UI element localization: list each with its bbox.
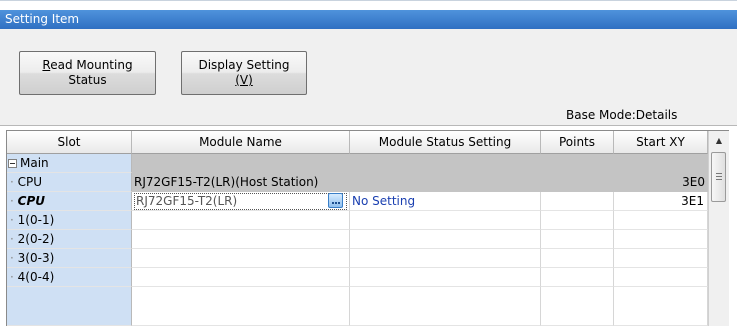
slot-label: Main <box>20 156 49 170</box>
start-xy-cell <box>614 287 708 326</box>
slot-label: CPU <box>17 194 46 208</box>
slot-cell <box>7 287 132 326</box>
display-setting-label-line2: (V) <box>235 73 253 87</box>
module-status-cell <box>350 249 541 268</box>
module-grid: Slot Module Name Module Status Setting P… <box>6 130 729 326</box>
module-name-cell <box>132 287 350 326</box>
start-xy-cell <box>614 268 708 287</box>
start-xy-cell <box>614 249 708 268</box>
start-xy-cell: 3E0 <box>682 175 705 189</box>
table-row-slot-2[interactable]: · 2(0-2) <box>7 230 708 249</box>
tree-line: · <box>10 194 14 208</box>
module-name-field[interactable]: RJ72GF15-T2(LR) <box>134 193 347 210</box>
tree-line: · <box>10 232 14 246</box>
column-header-module-name[interactable]: Module Name <box>132 131 350 154</box>
display-setting-label-line1: Display Setting <box>198 58 290 72</box>
module-status-cell <box>350 211 541 230</box>
start-xy-cell <box>614 211 708 230</box>
module-name-cell <box>132 211 350 230</box>
points-cell <box>541 268 614 287</box>
read-mounting-label-line2: Status <box>68 73 107 87</box>
slot-label: 2(0-2) <box>17 232 55 246</box>
tree-line: · <box>10 251 14 265</box>
display-setting-button[interactable]: Display Setting (V) <box>181 51 307 95</box>
module-name-cell <box>132 268 350 287</box>
slot-cell: · CPU <box>7 173 132 192</box>
table-row-main[interactable]: Main <box>7 154 708 173</box>
column-header-slot[interactable]: Slot <box>7 131 132 154</box>
slot-label: 4(0-4) <box>17 270 55 284</box>
slot-cell: · CPU <box>7 192 132 211</box>
module-name-cell: RJ72GF15-T2(LR) <box>132 192 350 211</box>
minus-box-icon[interactable] <box>8 159 17 168</box>
table-row-cpu[interactable]: · CPU RJ72GF15-T2(LR) No Setting 3E1 <box>7 192 708 211</box>
tree-line: · <box>10 270 14 284</box>
module-status-cell[interactable]: No Setting <box>350 192 541 211</box>
read-mounting-label-rest: ead Mounting <box>50 58 133 72</box>
column-header-points[interactable]: Points <box>541 131 614 154</box>
slot-cell: · 3(0-3) <box>7 249 132 268</box>
main-group-bar <box>132 154 708 173</box>
points-cell <box>541 211 614 230</box>
start-xy-cell: 3E1 <box>614 192 708 211</box>
read-mounting-status-button[interactable]: Read Mounting Status <box>19 51 156 95</box>
start-xy-cell <box>614 230 708 249</box>
slot-cell: · 4(0-4) <box>7 268 132 287</box>
module-status-cell <box>350 230 541 249</box>
top-border-line <box>0 0 737 1</box>
toolbar-panel: Read Mounting Status Display Setting (V)… <box>0 29 737 126</box>
vertical-scrollbar[interactable]: ▲ <box>708 131 729 326</box>
module-status-cell <box>350 287 541 326</box>
table-row-cpu-host[interactable]: · CPU RJ72GF15-T2(LR)(Host Station) 3E0 <box>7 173 708 192</box>
read-mounting-label-line1: Read Mounting <box>20 58 155 73</box>
points-cell <box>541 230 614 249</box>
tree-line: · <box>10 213 14 227</box>
table-row-slot-1[interactable]: · 1(0-1) <box>7 211 708 230</box>
table-row-partial <box>7 287 708 326</box>
module-name-cell <box>132 249 350 268</box>
module-name-cell <box>132 230 350 249</box>
slot-cell: Main <box>7 154 132 173</box>
points-cell <box>541 287 614 326</box>
ellipsis-icon[interactable] <box>328 193 343 208</box>
table-row-slot-4[interactable]: · 4(0-4) <box>7 268 708 287</box>
slot-label: 1(0-1) <box>17 213 55 227</box>
points-cell <box>541 249 614 268</box>
base-mode-label: Base Mode:Details <box>566 108 678 122</box>
column-header-start-xy[interactable]: Start XY <box>614 131 708 154</box>
slot-cell: · 2(0-2) <box>7 230 132 249</box>
scrollbar-thumb[interactable] <box>711 152 726 202</box>
slot-label: 3(0-3) <box>17 251 55 265</box>
points-cell <box>541 192 614 211</box>
slot-label: CPU <box>17 175 43 189</box>
module-status-cell <box>350 268 541 287</box>
window-title: Setting Item <box>0 10 737 29</box>
slot-cell: · 1(0-1) <box>7 211 132 230</box>
table-row-slot-3[interactable]: · 3(0-3) <box>7 249 708 268</box>
column-header-module-status[interactable]: Module Status Setting <box>350 131 541 154</box>
arrow-up-icon[interactable]: ▲ <box>709 131 729 150</box>
tree-line: · <box>10 175 14 189</box>
